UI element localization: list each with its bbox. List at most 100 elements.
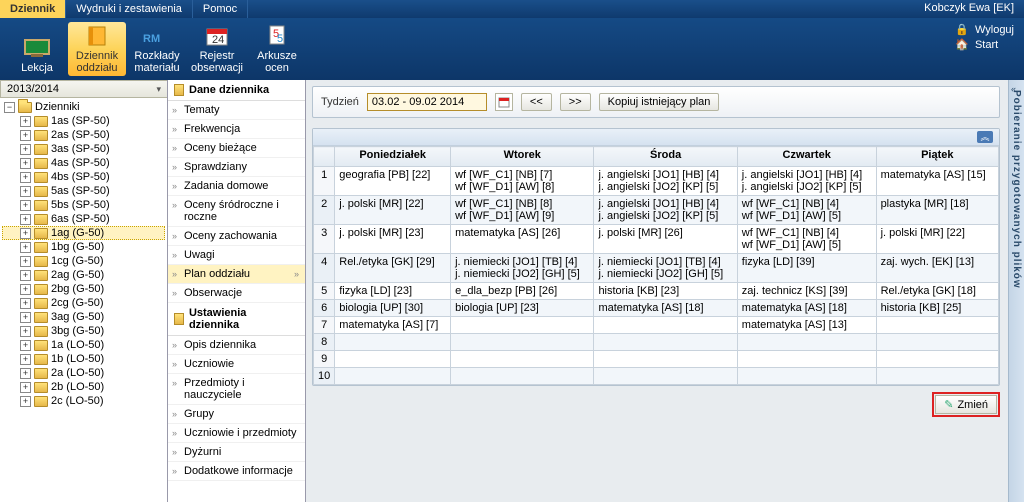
expand-icon[interactable]: + [20, 326, 31, 337]
calendar-picker-icon[interactable] [495, 93, 513, 111]
expand-icon[interactable]: + [20, 382, 31, 393]
expand-icon[interactable]: + [20, 256, 31, 267]
copy-plan-button[interactable]: Kopiuj istniejący plan [599, 93, 720, 111]
plan-cell[interactable]: wf [WF_C1] [NB] [8]wf [WF_D1] [AW] [9] [451, 196, 594, 225]
expand-icon[interactable]: + [20, 130, 31, 141]
tree-item[interactable]: +1as (SP-50) [2, 114, 165, 128]
plan-cell[interactable]: j. angielski [JO1] [HB] [4]j. angielski … [594, 167, 737, 196]
tree-item[interactable]: +2cg (G-50) [2, 296, 165, 310]
plan-cell[interactable]: j. niemiecki [JO1] [TB] [4]j. niemiecki … [594, 254, 737, 283]
expand-icon[interactable]: + [20, 242, 31, 253]
plan-cell[interactable]: matematyka [AS] [26] [451, 225, 594, 254]
plan-cell[interactable]: wf [WF_C1] [NB] [7]wf [WF_D1] [AW] [8] [451, 167, 594, 196]
plan-cell[interactable]: matematyka [AS] [7] [335, 317, 451, 334]
plan-cell[interactable]: zaj. technicz [KS] [39] [737, 283, 876, 300]
week-date-input[interactable] [367, 93, 487, 111]
plan-cell[interactable]: j. angielski [JO1] [HB] [4]j. angielski … [594, 196, 737, 225]
menu-tab-wydruki[interactable]: Wydruki i zestawienia [66, 0, 193, 18]
tree-item[interactable]: +1b (LO-50) [2, 352, 165, 366]
expand-icon[interactable]: + [20, 214, 31, 225]
change-button[interactable]: ✎ Zmień [935, 395, 997, 414]
year-selector[interactable]: 2013/2014 [0, 80, 167, 98]
nav-item[interactable]: »Uczniowie i przedmioty [168, 424, 305, 443]
nav-item[interactable]: »Zadania domowe [168, 177, 305, 196]
plan-cell[interactable]: j. polski [MR] [22] [876, 225, 998, 254]
expand-icon[interactable]: + [20, 298, 31, 309]
tree-item[interactable]: +6as (SP-50) [2, 212, 165, 226]
nav-item[interactable]: »Opis dziennika [168, 336, 305, 355]
ribbon-rozklady[interactable]: RM Rozkłady materiału [128, 22, 186, 76]
ribbon-lekcja[interactable]: Lekcja [8, 22, 66, 76]
nav-item[interactable]: »Dyżurni [168, 443, 305, 462]
expand-icon[interactable]: + [20, 186, 31, 197]
tree-item[interactable]: +1a (LO-50) [2, 338, 165, 352]
plan-cell[interactable] [451, 334, 594, 351]
tree-item[interactable]: +2bg (G-50) [2, 282, 165, 296]
tree-item[interactable]: +4bs (SP-50) [2, 170, 165, 184]
nav-item[interactable]: »Plan oddziału» [168, 265, 305, 284]
plan-cell[interactable] [737, 368, 876, 385]
nav-item[interactable]: »Uczniowie [168, 355, 305, 374]
tree-item[interactable]: +5as (SP-50) [2, 184, 165, 198]
tree-item[interactable]: +1bg (G-50) [2, 240, 165, 254]
plan-cell[interactable]: fizyka [LD] [39] [737, 254, 876, 283]
plan-cell[interactable]: historia [KB] [23] [594, 283, 737, 300]
prev-week-button[interactable]: << [521, 93, 552, 111]
collapse-icon[interactable]: − [4, 102, 15, 113]
plan-cell[interactable]: historia [KB] [25] [876, 300, 998, 317]
expand-icon[interactable]: + [20, 284, 31, 295]
plan-cell[interactable]: biologia [UP] [23] [451, 300, 594, 317]
plan-cell[interactable] [876, 351, 998, 368]
plan-cell[interactable]: plastyka [MR] [18] [876, 196, 998, 225]
plan-cell[interactable]: j. niemiecki [JO1] [TB] [4]j. niemiecki … [451, 254, 594, 283]
plan-cell[interactable]: matematyka [AS] [15] [876, 167, 998, 196]
expand-icon[interactable]: + [20, 340, 31, 351]
menu-tab-pomoc[interactable]: Pomoc [193, 0, 248, 18]
plan-cell[interactable] [737, 351, 876, 368]
plan-cell[interactable]: matematyka [AS] [18] [737, 300, 876, 317]
tree-item[interactable]: +3ag (G-50) [2, 310, 165, 324]
nav-item[interactable]: »Sprawdziany [168, 158, 305, 177]
ribbon-dziennik-oddzialu[interactable]: Dziennik oddziału [68, 22, 126, 76]
expand-icon[interactable]: + [20, 368, 31, 379]
plan-cell[interactable] [876, 368, 998, 385]
nav-item[interactable]: »Oceny bieżące [168, 139, 305, 158]
plan-cell[interactable]: j. polski [MR] [23] [335, 225, 451, 254]
nav-item[interactable]: »Dodatkowe informacje [168, 462, 305, 481]
nav-item[interactable]: »Oceny zachowania [168, 227, 305, 246]
plan-cell[interactable]: fizyka [LD] [23] [335, 283, 451, 300]
tree-item[interactable]: +2ag (G-50) [2, 268, 165, 282]
plan-cell[interactable] [451, 351, 594, 368]
tree-item[interactable]: +4as (SP-50) [2, 156, 165, 170]
plan-cell[interactable] [451, 317, 594, 334]
tree-item[interactable]: +2as (SP-50) [2, 128, 165, 142]
plan-cell[interactable]: e_dla_bezp [PB] [26] [451, 283, 594, 300]
plan-cell[interactable] [594, 368, 737, 385]
ribbon-rejestr[interactable]: 24 Rejestr obserwacji [188, 22, 246, 76]
expand-icon[interactable]: + [20, 200, 31, 211]
tree-item[interactable]: +3bg (G-50) [2, 324, 165, 338]
nav-item[interactable]: »Frekwencja [168, 120, 305, 139]
ribbon-arkusze[interactable]: 55 Arkusze ocen [248, 22, 306, 76]
plan-cell[interactable]: Rel./etyka [GK] [29] [335, 254, 451, 283]
plan-cell[interactable]: matematyka [AS] [13] [737, 317, 876, 334]
expand-icon[interactable]: + [20, 144, 31, 155]
plan-cell[interactable]: Rel./etyka [GK] [18] [876, 283, 998, 300]
plan-cell[interactable] [335, 351, 451, 368]
plan-cell[interactable]: j. polski [MR] [26] [594, 225, 737, 254]
expand-icon[interactable]: + [20, 172, 31, 183]
tree-item[interactable]: +1cg (G-50) [2, 254, 165, 268]
tree-item[interactable]: +2b (LO-50) [2, 380, 165, 394]
plan-cell[interactable]: biologia [UP] [30] [335, 300, 451, 317]
nav-item[interactable]: »Przedmioty i nauczyciele [168, 374, 305, 405]
plan-cell[interactable]: wf [WF_C1] [NB] [4]wf [WF_D1] [AW] [5] [737, 225, 876, 254]
plan-cell[interactable] [335, 368, 451, 385]
plan-cell[interactable] [594, 351, 737, 368]
plan-cell[interactable]: zaj. wych. [EK] [13] [876, 254, 998, 283]
nav-item[interactable]: »Grupy [168, 405, 305, 424]
expand-icon[interactable]: + [20, 312, 31, 323]
side-downloads-tab[interactable]: « Pobieranie przygotowanych plików [1008, 80, 1024, 502]
plan-cell[interactable]: wf [WF_C1] [NB] [4]wf [WF_D1] [AW] [5] [737, 196, 876, 225]
plan-cell[interactable]: j. polski [MR] [22] [335, 196, 451, 225]
expand-icon[interactable]: + [20, 158, 31, 169]
